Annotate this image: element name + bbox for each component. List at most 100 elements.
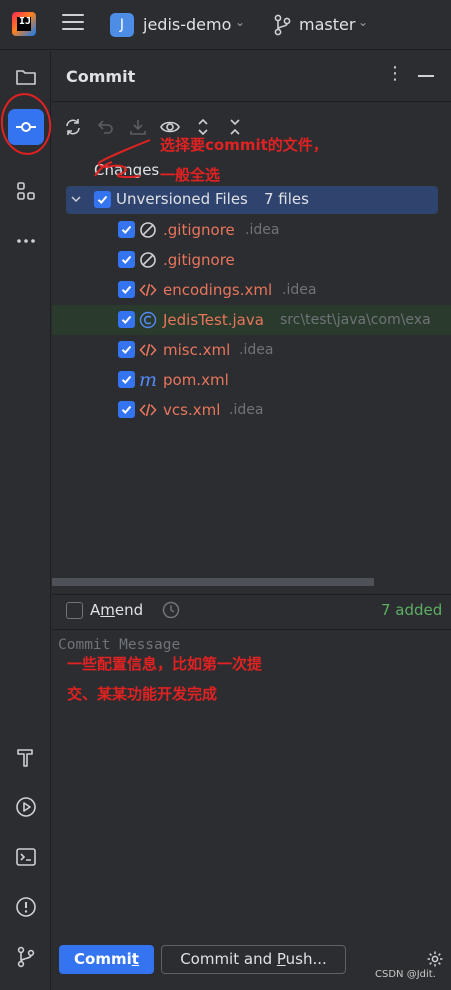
check-icon	[121, 225, 132, 234]
unversioned-files-group[interactable]: Unversioned Files 7 files	[66, 186, 438, 214]
commit-tool-button[interactable]	[8, 109, 44, 145]
project-name[interactable]: jedis-demo	[143, 15, 231, 34]
file-checkbox[interactable]	[118, 401, 135, 418]
added-count: 7 added	[381, 601, 443, 619]
main-menu-icon[interactable]	[62, 14, 84, 34]
more-icon	[17, 239, 35, 243]
file-row[interactable]: misc.xml .idea	[52, 335, 451, 365]
file-name: pom.xml	[163, 371, 229, 389]
changes-label: Changes	[94, 161, 160, 179]
file-checkbox[interactable]	[118, 251, 135, 268]
file-name: misc.xml	[163, 341, 231, 359]
file-path: src\test\java\com\exa	[280, 312, 431, 328]
file-path: .idea	[229, 402, 264, 418]
commit-history-icon[interactable]	[161, 600, 181, 620]
title-bar: IJ J jedis-demo ⌄ master ⌄	[0, 0, 451, 50]
group-label: Unversioned Files	[116, 190, 248, 208]
file-path: .idea	[245, 222, 280, 238]
run-icon	[16, 797, 36, 817]
file-name: vcs.xml	[163, 401, 221, 419]
project-tool-button[interactable]	[8, 59, 44, 95]
horizontal-scrollbar[interactable]	[52, 578, 374, 586]
hammer-icon	[17, 749, 33, 767]
annotation-note: 选择要commit的文件，	[160, 136, 328, 154]
divider	[52, 594, 451, 595]
file-row[interactable]: m pom.xml	[52, 365, 451, 395]
intellij-logo-icon[interactable]: IJ	[12, 12, 36, 36]
ignore-icon	[139, 251, 157, 269]
file-row[interactable]: JedisTest.java src\test\java\com\exa	[52, 305, 451, 335]
gear-icon[interactable]	[426, 950, 444, 968]
check-icon	[121, 405, 132, 414]
branch-name[interactable]: master	[299, 15, 355, 34]
chevron-down-icon[interactable]: ⌄	[235, 15, 245, 29]
maven-icon: m	[138, 369, 158, 391]
check-icon	[121, 255, 132, 264]
tool-window-strip	[0, 51, 51, 990]
file-checkbox[interactable]	[118, 341, 135, 358]
file-name: JedisTest.java	[163, 311, 264, 329]
commit-icon	[16, 122, 36, 132]
problems-tool-button[interactable]	[8, 889, 44, 925]
divider	[52, 101, 451, 102]
commit-button[interactable]: Commit	[59, 945, 154, 974]
panel-title: Commit	[66, 67, 136, 86]
commit-and-push-button[interactable]: Commit and Push...	[161, 945, 346, 974]
amend-checkbox[interactable]	[66, 602, 83, 619]
file-checkbox[interactable]	[118, 311, 135, 328]
file-row[interactable]: .gitignore .idea	[52, 215, 451, 245]
undo-icon	[97, 120, 113, 134]
file-row[interactable]: encodings.xml .idea	[52, 275, 451, 305]
file-path: .idea	[282, 282, 317, 298]
xml-icon	[139, 281, 157, 299]
services-tool-button[interactable]	[8, 789, 44, 825]
xml-icon	[139, 401, 157, 419]
group-checkbox[interactable]	[94, 191, 111, 208]
file-name: .gitignore	[163, 221, 235, 239]
commit-message-placeholder: Commit Message	[58, 637, 181, 653]
project-badge[interactable]: J	[110, 13, 134, 37]
xml-icon	[139, 341, 157, 359]
annotation-note: 交、某某功能开发完成	[67, 685, 218, 703]
folder-icon	[16, 70, 36, 85]
file-path: .idea	[239, 342, 274, 358]
file-row[interactable]: .gitignore	[52, 245, 451, 275]
structure-icon	[17, 182, 35, 200]
rollback-button[interactable]	[95, 115, 117, 139]
git-tool-button[interactable]	[8, 939, 44, 975]
structure-tool-button[interactable]	[8, 173, 44, 209]
chevron-down-icon[interactable]	[70, 193, 82, 205]
check-icon	[121, 285, 132, 294]
download-icon	[130, 120, 146, 135]
check-icon	[97, 195, 108, 204]
check-icon	[121, 345, 132, 354]
java-class-icon	[139, 311, 157, 329]
chevron-down-icon[interactable]: ⌄	[358, 15, 368, 29]
annotation-note: 一般全选	[160, 166, 221, 184]
more-tools-button[interactable]	[8, 223, 44, 259]
terminal-icon	[16, 848, 36, 866]
shelve-button[interactable]	[127, 115, 149, 139]
refresh-button[interactable]	[62, 115, 84, 139]
branch-icon[interactable]	[273, 14, 291, 36]
annotation-note: 一些配置信息，比如第一次提	[67, 655, 263, 673]
ignore-icon	[139, 221, 157, 239]
git-branch-icon	[17, 946, 35, 968]
more-options-icon[interactable]: ⋮	[386, 63, 404, 84]
file-name: encodings.xml	[163, 281, 273, 299]
terminal-tool-button[interactable]	[8, 839, 44, 875]
file-checkbox[interactable]	[118, 281, 135, 298]
amend-label[interactable]: Amend	[90, 601, 143, 619]
commit-message-input[interactable]: Commit Message	[52, 630, 451, 930]
build-tool-button[interactable]	[8, 739, 44, 775]
group-count: 7 files	[264, 190, 309, 208]
refresh-icon	[66, 119, 80, 135]
check-icon	[121, 315, 132, 324]
minimize-icon[interactable]	[418, 75, 434, 77]
file-name: .gitignore	[163, 251, 235, 269]
file-row[interactable]: vcs.xml .idea	[52, 395, 451, 425]
file-checkbox[interactable]	[118, 221, 135, 238]
commit-panel: Commit ⋮ Changes Unversioned Files 7 fil…	[52, 51, 451, 990]
file-checkbox[interactable]	[118, 371, 135, 388]
watermark: CSDN @Jdit.	[375, 969, 436, 980]
